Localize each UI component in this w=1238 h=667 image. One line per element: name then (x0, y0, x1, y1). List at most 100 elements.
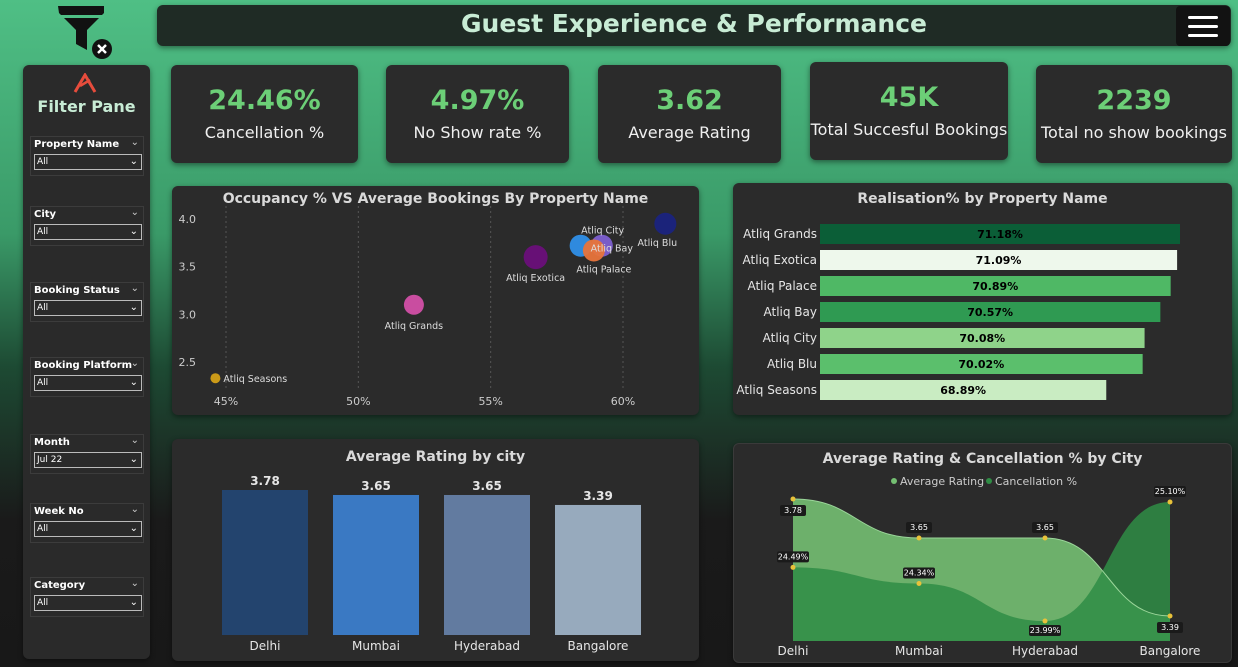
kpi-card-no-show-bookings: 2239 Total no show bookings (1036, 65, 1232, 163)
chevron-down-icon[interactable]: ⌄ (131, 137, 139, 148)
x-tick-label: Delhi (250, 639, 281, 653)
rating-city-chart-panel: Average Rating by city 3.78 Delhi 3.65 Mumb… (172, 439, 699, 661)
x-tick-label: Mumbai (895, 644, 943, 658)
filter-clear-icon[interactable] (56, 4, 116, 60)
scatter-point (403, 294, 424, 315)
chevron-down-icon: ⌄ (129, 156, 138, 167)
data-label: 3.78 (784, 506, 802, 515)
chevron-down-icon[interactable]: ⌄ (131, 435, 139, 446)
chevron-down-icon: ⌄ (129, 377, 138, 388)
bar-value-label: 70.02% (958, 358, 1004, 371)
kpi-label: Cancellation % (204, 123, 325, 142)
filter-pane-title: Filter Pane (37, 97, 136, 116)
kpi-label: No Show rate % (413, 123, 542, 142)
data-label: 3.39 (1161, 623, 1179, 632)
point-label: Atliq Grands (385, 321, 444, 332)
slicer-label: Booking Status (34, 285, 120, 296)
data-point (790, 496, 796, 502)
rating-cancellation-chart-panel: Average Rating & Cancellation % by City … (733, 443, 1232, 663)
kpi-card-successful-bookings: 45K Total Succesful Bookings (810, 62, 1008, 160)
bar-category-label: Atliq Bay (764, 305, 818, 319)
chevron-down-icon[interactable]: ⌄ (131, 283, 139, 294)
point-label: Atliq Palace (576, 264, 631, 275)
city-dropdown[interactable]: All ⌄ (34, 224, 142, 240)
slicer-category: Category ⌄ All ⌄ (30, 577, 144, 617)
rating-city-bar-chart: 3.78 Delhi 3.65 Mumbai 3.65 Hyderabad 3.39 Bang… (222, 474, 641, 653)
bar (333, 494, 419, 635)
legend-marker (891, 478, 897, 484)
data-label: 3.65 (910, 523, 928, 532)
kpi-value: 2239 (1096, 85, 1172, 116)
dropdown-value: Jul 22 (37, 455, 63, 465)
slicer-week-no: Week No ⌄ All ⌄ (30, 503, 144, 543)
kpi-label: Average Rating (628, 123, 751, 142)
rating-cancellation-area-chart: Average Rating Cancellation % 3.78 3.65 3.65… (777, 475, 1200, 658)
dropdown-value: All (37, 157, 49, 167)
bar-category-label: Atliq Seasons (736, 383, 817, 397)
x-tick-label: Hyderabad (454, 639, 520, 653)
chevron-down-icon[interactable]: ⌄ (131, 358, 139, 369)
x-tick-label: Hyderabad (1012, 644, 1078, 658)
realisation-bar-chart: Atliq Grands 71.18% Atliq Exotica 71.09% Atl… (736, 224, 1180, 400)
bar-value-label: 3.39 (583, 489, 613, 503)
point-label: Atliq Bay (591, 244, 634, 255)
data-label: 24.49% (778, 552, 809, 561)
chevron-down-icon: ⌄ (129, 226, 138, 237)
chevron-down-icon: ⌄ (129, 454, 138, 465)
x-tick-label: Bangalore (568, 639, 629, 653)
bar-value-label: 3.65 (472, 479, 502, 493)
dropdown-value: All (37, 378, 49, 388)
data-point (916, 580, 922, 586)
kpi-value: 4.97% (430, 85, 525, 116)
data-label: 3.65 (1036, 523, 1054, 532)
hamburger-menu-icon[interactable] (1176, 6, 1230, 46)
slicer-month: Month ⌄ Jul 22 ⌄ (30, 434, 144, 474)
scatter-point (523, 245, 548, 270)
data-point (1042, 618, 1048, 624)
bar-value-label: 70.08% (959, 332, 1005, 345)
data-point (1042, 535, 1048, 541)
chevron-down-icon[interactable]: ⌄ (131, 578, 139, 589)
dropdown-value: All (37, 303, 49, 313)
kpi-value: 45K (879, 82, 939, 113)
kpi-label: Total Succesful Bookings (810, 120, 1008, 139)
chevron-down-icon[interactable]: ⌄ (131, 207, 139, 218)
x-tick-label: Mumbai (352, 639, 400, 653)
bar-category-label: Atliq Blu (767, 357, 817, 371)
y-tick-label: 3.0 (179, 308, 197, 321)
data-label: 24.34% (904, 568, 935, 577)
kpi-card-cancellation: 24.46% Cancellation % (171, 65, 358, 163)
slicer-booking-status: Booking Status ⌄ All ⌄ (30, 282, 144, 322)
bar-value-label: 3.65 (361, 479, 391, 493)
booking-platform-dropdown[interactable]: All ⌄ (34, 375, 142, 391)
chevron-down-icon[interactable]: ⌄ (131, 504, 139, 515)
legend-marker (986, 478, 992, 484)
bar-value-label: 70.57% (967, 306, 1013, 319)
slicer-label: Category (34, 580, 86, 591)
slicer-booking-platform: Booking Platform ⌄ All ⌄ (30, 357, 144, 397)
point-label: Atliq Exotica (506, 273, 565, 284)
atliq-logo-icon (73, 72, 97, 93)
bar-value-label: 68.89% (940, 384, 986, 397)
legend-label: Cancellation % (995, 475, 1077, 488)
month-dropdown[interactable]: Jul 22 ⌄ (34, 452, 142, 468)
point-label: Atliq Seasons (223, 374, 287, 385)
week-no-dropdown[interactable]: All ⌄ (34, 521, 142, 537)
booking-status-dropdown[interactable]: All ⌄ (34, 300, 142, 316)
category-dropdown[interactable]: All ⌄ (34, 595, 142, 611)
data-point (916, 535, 922, 541)
point-label: Atliq Blu (638, 238, 678, 249)
data-point (790, 564, 796, 570)
data-label: 23.99% (1030, 626, 1061, 635)
kpi-label: Total no show bookings (1041, 123, 1227, 142)
property-name-dropdown[interactable]: All ⌄ (34, 154, 142, 170)
y-tick-label: 4.0 (179, 213, 197, 226)
bar-value-label: 3.78 (250, 474, 280, 488)
x-tick-label: 55% (478, 395, 502, 408)
chevron-down-icon: ⌄ (129, 597, 138, 608)
bar (222, 490, 308, 635)
data-point (1167, 613, 1173, 619)
slicer-label: Booking Platform (34, 360, 133, 371)
dropdown-value: All (37, 598, 49, 608)
y-tick-label: 3.5 (179, 261, 197, 274)
